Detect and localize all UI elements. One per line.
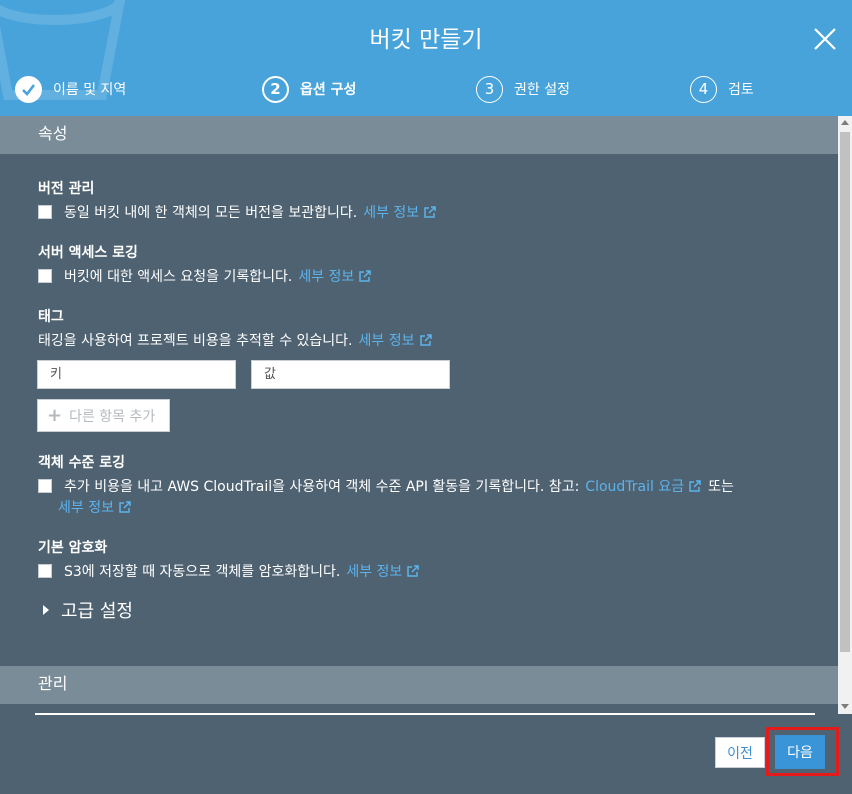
advanced-settings-toggle[interactable]: 고급 설정	[43, 597, 133, 623]
footer-divider	[35, 713, 815, 715]
close-icon[interactable]	[812, 26, 838, 52]
link-text: 세부 정보	[358, 333, 415, 349]
tags-description: 태깅을 사용하여 프로젝트 비용을 추적할 수 있습니다.	[38, 333, 353, 349]
step-label: 검토	[728, 82, 754, 98]
previous-button[interactable]: 이전	[715, 737, 765, 768]
link-text: CloudTrail 요금	[585, 479, 685, 495]
scroll-up-arrow-icon[interactable]	[841, 120, 849, 125]
properties-section-header: 속성	[0, 116, 838, 154]
add-tag-button[interactable]: + 다른 항목 추가	[37, 399, 170, 432]
checkmark-icon	[15, 75, 42, 103]
tags-row: 태깅을 사용하여 프로젝트 비용을 추적할 수 있습니다. 세부 정보	[38, 330, 433, 350]
external-link-icon	[407, 565, 420, 577]
scroll-thumb[interactable]	[840, 132, 850, 652]
external-link-icon	[424, 206, 436, 218]
object-logging-checkbox[interactable]	[38, 479, 52, 493]
step-label: 권한 설정	[514, 82, 570, 98]
step-set-permissions: 3 권한 설정	[476, 74, 570, 104]
step-configure-options: 2 옵션 구성	[262, 74, 356, 104]
object-logging-details-link[interactable]: 세부 정보	[58, 497, 132, 517]
external-link-icon	[359, 270, 372, 282]
scroll-down-arrow-icon[interactable]	[841, 704, 849, 709]
step-number: 3	[476, 75, 503, 103]
external-link-icon	[419, 334, 432, 346]
access-logging-details-link[interactable]: 세부 정보	[298, 266, 372, 286]
link-text: 세부 정보	[298, 269, 355, 285]
access-logging-row: 버킷에 대한 액세스 요청을 기록합니다. 세부 정보	[38, 266, 372, 286]
next-button[interactable]: 다음	[775, 735, 825, 769]
content-scrollbar[interactable]	[838, 116, 852, 714]
page-title: 버킷 만들기	[369, 27, 483, 53]
access-logging-title: 서버 액세스 로깅	[38, 245, 138, 261]
tag-value-input[interactable]: 값	[251, 360, 450, 389]
tags-details-link[interactable]: 세부 정보	[359, 330, 433, 350]
cloudtrail-pricing-link[interactable]: CloudTrail 요금	[585, 476, 702, 496]
step-label: 옵션 구성	[300, 82, 357, 98]
object-logging-title: 객체 수준 로깅	[38, 455, 126, 471]
object-logging-description: 추가 비용을 내고 AWS CloudTrail을 사용하여 객체 수준 API…	[64, 479, 580, 495]
management-section-header: 관리	[0, 666, 838, 704]
encryption-description: S3에 저장할 때 자동으로 객체를 암호화합니다.	[64, 564, 341, 580]
wizard-header: 버킷 만들기 이름 및 지역 2 옵션 구성 3 권한 설정 4 검토	[0, 0, 852, 116]
plus-icon: +	[47, 405, 63, 426]
encryption-checkbox[interactable]	[38, 564, 52, 578]
add-tag-label: 다른 항목 추가	[69, 408, 156, 425]
tag-key-input[interactable]: 키	[37, 360, 236, 389]
external-link-icon	[119, 501, 131, 513]
versioning-checkbox[interactable]	[38, 205, 52, 219]
external-link-icon	[689, 480, 701, 492]
object-logging-row-2: 세부 정보	[58, 497, 132, 517]
encryption-details-link[interactable]: 세부 정보	[346, 561, 420, 581]
step-name-region[interactable]: 이름 및 지역	[15, 74, 126, 104]
wizard-steps: 이름 및 지역 2 옵션 구성 3 권한 설정 4 검토	[0, 74, 852, 106]
link-text: 세부 정보	[363, 205, 420, 221]
encryption-row: S3에 저장할 때 자동으로 객체를 암호화합니다. 세부 정보	[38, 561, 420, 581]
step-number: 4	[690, 75, 717, 103]
step-number: 2	[262, 75, 289, 103]
versioning-details-link[interactable]: 세부 정보	[363, 202, 437, 222]
options-panel: 속성 버전 관리 동일 버킷 내에 한 객체의 모든 버전을 보관합니다. 세부…	[0, 116, 838, 714]
caret-right-icon	[43, 605, 49, 615]
link-text: 세부 정보	[58, 500, 114, 516]
or-text: 또는	[708, 479, 734, 495]
versioning-row: 동일 버킷 내에 한 객체의 모든 버전을 보관합니다. 세부 정보	[38, 202, 437, 222]
step-label: 이름 및 지역	[53, 82, 127, 98]
link-text: 세부 정보	[346, 564, 403, 580]
encryption-title: 기본 암호화	[38, 540, 108, 556]
access-logging-checkbox[interactable]	[38, 269, 52, 283]
versioning-title: 버전 관리	[38, 181, 95, 197]
object-logging-row: 추가 비용을 내고 AWS CloudTrail을 사용하여 객체 수준 API…	[38, 476, 734, 496]
step-review: 4 검토	[690, 74, 754, 104]
access-logging-description: 버킷에 대한 액세스 요청을 기록합니다.	[64, 269, 293, 285]
tags-title: 태그	[38, 309, 64, 325]
advanced-settings-label: 고급 설정	[61, 601, 133, 622]
versioning-description: 동일 버킷 내에 한 객체의 모든 버전을 보관합니다.	[64, 205, 358, 221]
